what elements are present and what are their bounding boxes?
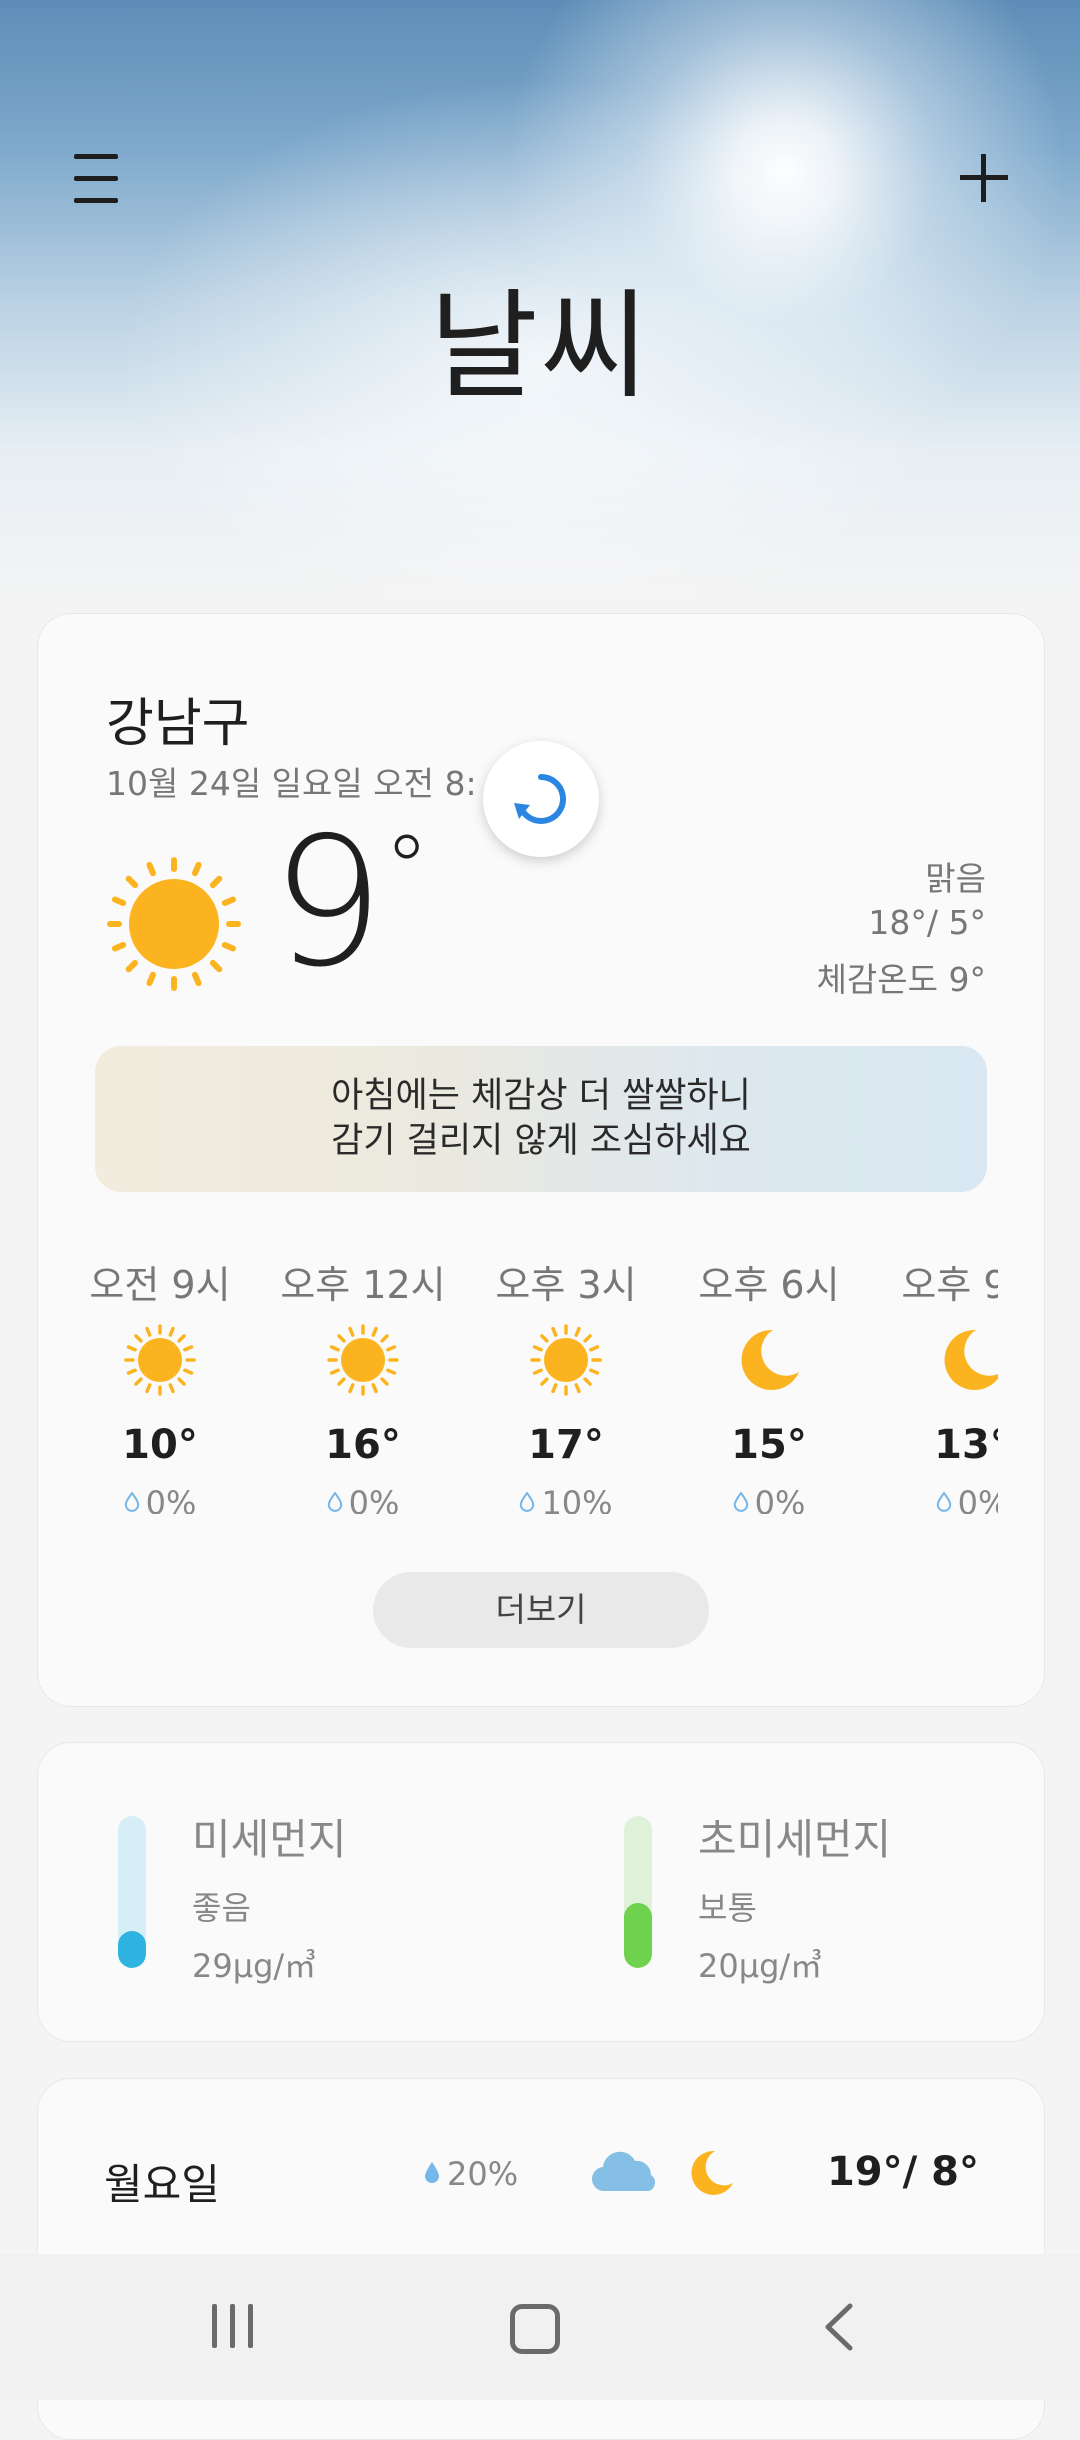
ultrafine-dust-title: 초미세먼지 — [698, 1815, 892, 1864]
hourly-item: 오전 9시 10° 0% — [60, 1254, 260, 1514]
hourly-item: 오후 6시 15° 0% — [669, 1254, 869, 1514]
add-location-icon[interactable] — [946, 140, 1022, 216]
hourly-rain-chance: 0% — [872, 1484, 998, 1514]
location-name: 강남구 — [106, 694, 250, 754]
hourly-item: 오후 3시 17° 10% — [466, 1254, 666, 1514]
hourly-condition-icon — [731, 1322, 807, 1402]
advisory-line-2: 감기 걸리지 않게 조심하세요 — [331, 1121, 751, 1161]
weather-condition: 맑음 — [925, 859, 986, 898]
feels-like-temperature: 체감온도 9° — [816, 960, 986, 999]
sun-icon — [530, 1324, 602, 1396]
air-quality-card[interactable]: 미세먼지 좋음 29μg/㎥ 초미세먼지 보통 20μg/㎥ — [37, 1742, 1045, 2042]
home-icon[interactable] — [494, 2292, 574, 2362]
hourly-condition-icon — [934, 1322, 998, 1402]
fine-dust-gauge — [118, 1816, 146, 1968]
weather-advisory-banner: 아침에는 체감상 더 쌀쌀하니 감기 걸리지 않게 조심하세요 — [95, 1046, 987, 1192]
ultrafine-dust-value: 20μg/㎥ — [698, 1947, 823, 1985]
refresh-icon — [514, 773, 567, 824]
moon-icon — [741, 1329, 799, 1390]
hourly-rain-chance: 0% — [669, 1484, 869, 1514]
fine-dust-title: 미세먼지 — [192, 1815, 347, 1864]
hourly-temperature: 13° — [934, 1422, 998, 1468]
recent-apps-icon[interactable] — [192, 2292, 272, 2362]
hourly-temperature: 10° — [122, 1422, 198, 1468]
hourly-rain-chance: 10% — [466, 1484, 666, 1514]
hourly-rain-chance: 0% — [60, 1484, 260, 1514]
cloud-icon — [591, 2151, 656, 2192]
hourly-time: 오후 12시 — [280, 1263, 446, 1307]
hourly-item: 오후 9시 13° 0% — [872, 1254, 998, 1514]
rain-drop-icon — [425, 2162, 439, 2183]
current-temperature: 9° — [271, 799, 430, 1006]
rain-drop-icon — [733, 1491, 748, 1512]
day-rain-chance: 20% — [423, 2155, 518, 2193]
moon-icon — [944, 1329, 998, 1390]
hourly-time: 오후 3시 — [495, 1263, 637, 1307]
hourly-time: 오후 9시 — [901, 1263, 998, 1307]
back-icon[interactable] — [800, 2292, 880, 2362]
hourly-time: 오후 6시 — [698, 1263, 840, 1307]
rain-drop-icon — [936, 1491, 951, 1512]
hourly-temperature: 17° — [528, 1422, 604, 1468]
sun-icon — [107, 857, 241, 991]
rain-drop-icon — [124, 1491, 139, 1512]
menu-icon[interactable] — [60, 148, 132, 212]
fine-dust-level: 좋음 — [192, 1889, 251, 1927]
hourly-item: 오후 12시 16° 0% — [263, 1254, 463, 1514]
system-navigation-bar — [0, 2254, 1080, 2400]
moon-icon — [691, 2150, 733, 2195]
advisory-line-1: 아침에는 체감상 더 쌀쌀하니 — [331, 1076, 751, 1116]
hourly-forecast[interactable]: 오전 9시 10° 0% 오후 12시 16° 0% 오후 3시 17° 10% 오후 6시 15°… — [38, 1254, 998, 1514]
hourly-condition-icon — [325, 1322, 401, 1402]
day-name: 월요일 — [104, 2160, 220, 2209]
refresh-button[interactable] — [483, 741, 599, 857]
sun-icon — [124, 1324, 196, 1396]
hourly-rain-chance: 0% — [263, 1484, 463, 1514]
rain-drop-icon — [327, 1491, 342, 1512]
hourly-temperature: 16° — [325, 1422, 401, 1468]
ultrafine-dust-level: 보통 — [698, 1889, 757, 1927]
hourly-temperature: 15° — [731, 1422, 807, 1468]
rain-drop-icon — [520, 1491, 535, 1512]
sun-icon — [327, 1324, 399, 1396]
page-title: 날씨 — [429, 277, 651, 415]
ultrafine-dust-gauge — [624, 1816, 652, 1968]
hourly-condition-icon — [528, 1322, 604, 1402]
more-button[interactable]: 더보기 — [373, 1572, 709, 1648]
current-weather-card: 강남구 10월 24일 일요일 오전 8:2 9° 맑음 18°/ 5° 체감온… — [37, 613, 1045, 1707]
high-low-temperature: 18°/ 5° — [868, 903, 986, 942]
updated-datetime: 10월 24일 일요일 오전 8:2 — [106, 764, 476, 803]
fine-dust-value: 29μg/㎥ — [192, 1947, 317, 1985]
hourly-condition-icon — [122, 1322, 198, 1402]
day-high-low: 19°/ 8° — [826, 2149, 979, 2195]
hourly-time: 오전 9시 — [89, 1263, 231, 1307]
